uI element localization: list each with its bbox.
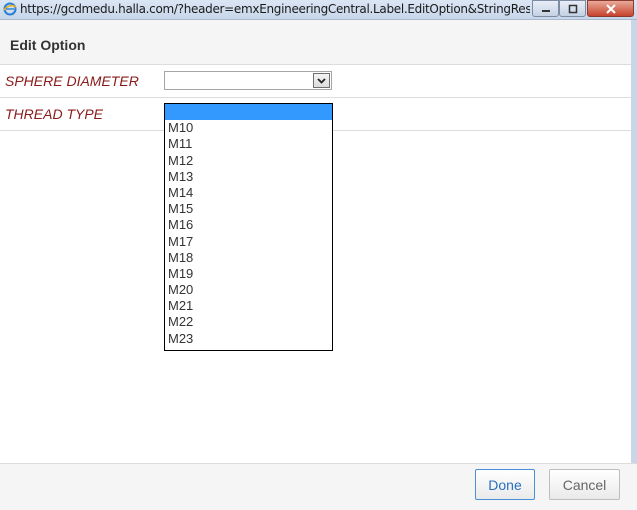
select-arrow-button[interactable] [313,73,330,88]
close-icon [605,3,616,14]
dropdown-option[interactable]: M18 [165,250,332,266]
window-right-border [631,20,637,509]
dropdown-option[interactable]: M16 [165,217,332,233]
cancel-button[interactable]: Cancel [549,469,620,500]
dropdown-option[interactable]: M23 [165,331,332,347]
dropdown-option[interactable]: M20 [165,282,332,298]
form-row-sphere-diameter: SPHERE DIAMETER [0,65,637,98]
dialog-footer: Done Cancel [0,463,637,510]
page-title: Edit Option [10,37,86,53]
chevron-down-icon [317,77,326,84]
window-url: https://gcdmedu.halla.com/?header=emxEng… [20,2,530,16]
window-title-bar: https://gcdmedu.halla.com/?header=emxEng… [0,0,637,20]
dropdown-option[interactable]: M22 [165,314,332,330]
close-button[interactable] [587,0,634,17]
dialog-header: Edit Option [0,20,637,65]
dropdown-option[interactable]: M12 [165,153,332,169]
dropdown-option[interactable]: M13 [165,169,332,185]
internet-explorer-icon [3,2,17,16]
dropdown-option[interactable]: M10 [165,120,332,136]
restore-icon [568,4,577,13]
minimize-icon [541,9,550,12]
dropdown-option[interactable]: M19 [165,266,332,282]
dropdown-option[interactable]: M17 [165,234,332,250]
dropdown-option[interactable]: M21 [165,298,332,314]
done-button[interactable]: Done [475,469,535,500]
dropdown-option[interactable] [165,104,332,121]
dropdown-option[interactable]: M14 [165,185,332,201]
dropdown-option[interactable]: M15 [165,201,332,217]
dropdown-option[interactable]: M11 [165,136,332,152]
minimize-button[interactable] [532,0,559,17]
sphere-diameter-label: SPHERE DIAMETER [5,73,139,89]
thread-type-dropdown-list[interactable]: M10 M11 M12 M13 M14 M15 M16 M17 M18 M19 … [164,103,333,351]
thread-type-label: THREAD TYPE [5,106,104,122]
maximize-button[interactable] [559,0,586,17]
sphere-diameter-select[interactable] [164,71,332,90]
